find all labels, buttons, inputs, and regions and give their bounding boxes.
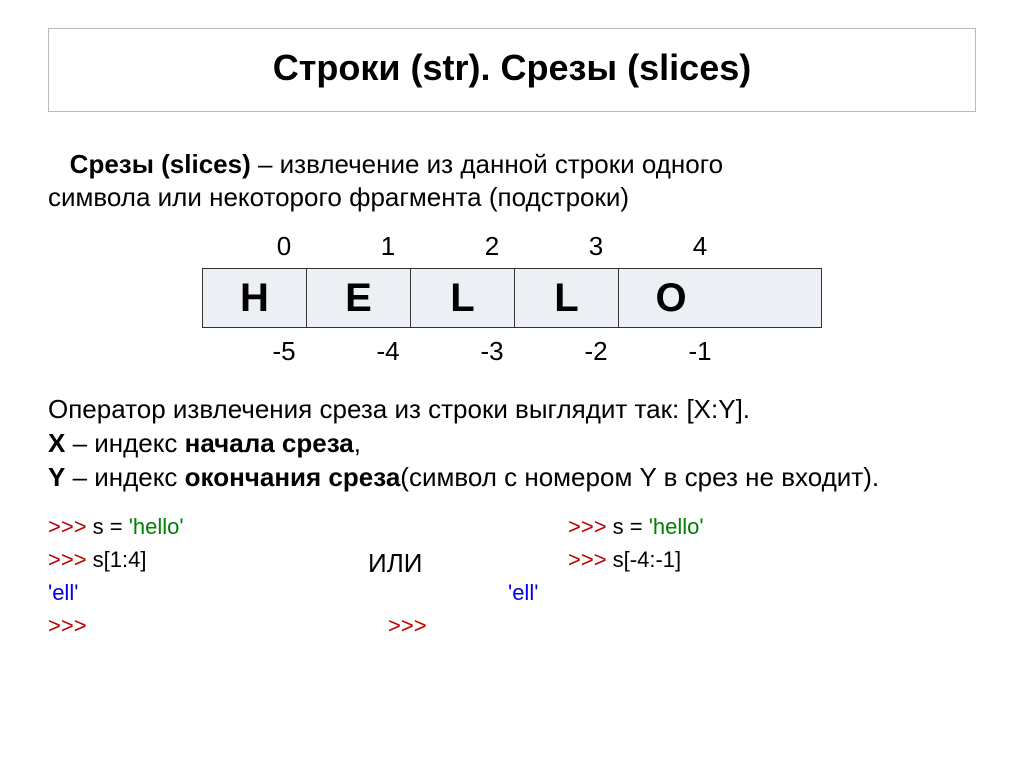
hello-2: 'hello' [649,514,704,539]
char-1: E [307,269,411,327]
code-line-2: >>> s[1:4] [48,543,368,576]
x-bold: начала среза [185,428,354,458]
y-label: Y [48,462,65,492]
code-examples: >>> s = 'hello' >>> s[1:4] 'ell' >>> ИЛИ… [48,510,976,642]
char-2: L [411,269,515,327]
intro-text-1: – извлечение из данной строки одного [251,149,723,179]
code-col-left: >>> s = 'hello' >>> s[1:4] 'ell' >>> [48,510,368,642]
explain-line1: Оператор извлечения среза из строки выгл… [48,394,750,424]
term-slices: Срезы (slices) [70,149,251,179]
or-word: ИЛИ [368,548,422,578]
intro-paragraph: Срезы (slices) – извлечение из данной ст… [48,148,976,213]
neg-idx-4: -1 [648,336,752,367]
y-bold: окончания среза [185,462,401,492]
prompt-6: >>> [388,613,427,638]
hello-1: 'hello' [129,514,184,539]
code-line-7: 'ell' [508,576,888,609]
negative-index-row: -5 -4 -3 -2 -1 [202,336,822,367]
pos-idx-4: 4 [648,231,752,262]
pos-idx-3: 3 [544,231,648,262]
char-3: L [515,269,619,327]
prompt-5: >>> [568,547,613,572]
prompt-1: >>> [48,514,93,539]
pos-idx-1: 1 [336,231,440,262]
positive-index-row: 0 1 2 3 4 [202,231,822,262]
y-dash: – индекс [65,462,184,492]
result-1: 'ell' [48,580,78,605]
char-0: H [203,269,307,327]
code-col-right: >>> s = 'hello' >>> s[-4:-1] 'ell' >>> [568,510,888,642]
prompt-3: >>> [48,613,87,638]
char-row: H E L L O [202,268,822,328]
result-2: 'ell' [508,580,538,605]
assign-2: s = [613,514,649,539]
pos-idx-2: 2 [440,231,544,262]
neg-idx-1: -4 [336,336,440,367]
prompt-2: >>> [48,547,93,572]
explain-paragraph: Оператор извлечения среза из строки выгл… [48,393,976,494]
prompt-4: >>> [568,514,613,539]
code-line-1: >>> s = 'hello' [48,510,368,543]
code-line-5: >>> s = 'hello' [568,510,888,543]
page-title: Строки (str). Срезы (slices) [59,47,965,89]
pos-idx-0: 0 [232,231,336,262]
intro-text-2: символа или некоторого фрагмента (подстр… [48,182,629,212]
x-dash: – индекс [65,428,184,458]
code-line-8: >>> [388,609,888,642]
x-label: X [48,428,65,458]
index-diagram: 0 1 2 3 4 H E L L O -5 -4 -3 -2 -1 [202,231,822,367]
neg-idx-3: -2 [544,336,648,367]
title-box: Строки (str). Срезы (slices) [48,28,976,112]
slice-pos: s[1:4] [93,547,147,572]
y-rest: (символ с номером Y в срез не входит). [400,462,879,492]
slice-neg: s[-4:-1] [613,547,681,572]
neg-idx-2: -3 [440,336,544,367]
assign-1: s = [93,514,129,539]
code-line-3: 'ell' [48,576,368,609]
char-4: O [619,269,723,327]
neg-idx-0: -5 [232,336,336,367]
x-comma: , [354,428,361,458]
code-line-6: >>> s[-4:-1] [568,543,888,576]
code-line-4: >>> [48,609,368,642]
